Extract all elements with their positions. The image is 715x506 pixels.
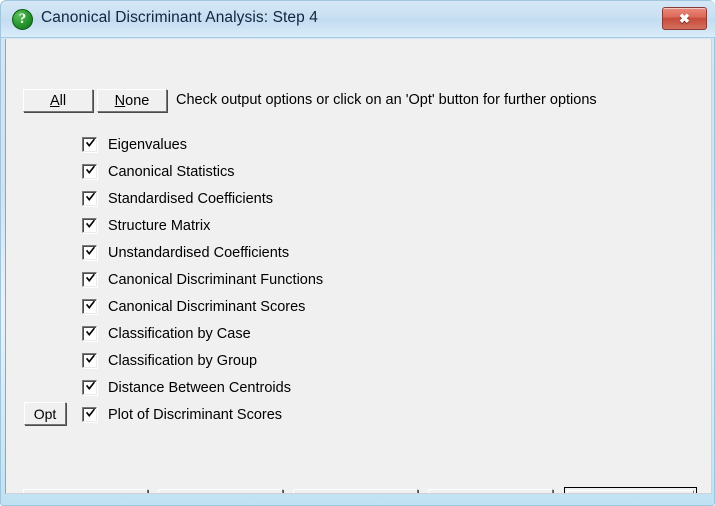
option-row-8[interactable]: Classification by Group — [82, 347, 642, 374]
check-icon — [85, 326, 96, 339]
select-all-label: All — [49, 92, 67, 109]
close-button[interactable]: ✖ — [662, 7, 707, 30]
check-icon — [85, 299, 96, 312]
check-icon — [85, 245, 96, 258]
option-label: Plot of Discriminant Scores — [108, 406, 283, 423]
checkbox-structure-matrix[interactable] — [82, 218, 97, 233]
option-label: Canonical Discriminant Scores — [108, 298, 306, 315]
option-row-4[interactable]: Unstandardised Coefficients — [82, 239, 642, 266]
option-row-0[interactable]: Eigenvalues — [82, 131, 642, 158]
checkbox-canonical-statistics[interactable] — [82, 164, 97, 179]
help-button[interactable]: Help — [23, 489, 148, 493]
option-label: Standardised Coefficients — [108, 190, 273, 207]
check-icon — [85, 272, 96, 285]
output-options-list: Eigenvalues Canonical Statistics Standar… — [82, 131, 642, 428]
select-none-button[interactable]: None — [97, 89, 167, 112]
option-row-3[interactable]: Structure Matrix — [82, 212, 642, 239]
check-icon — [85, 407, 96, 420]
option-row-5[interactable]: Canonical Discriminant Functions — [82, 266, 642, 293]
checkbox-classification-by-case[interactable] — [82, 326, 97, 341]
checkbox-canonical-discriminant-scores[interactable] — [82, 299, 97, 314]
plot-options-button[interactable]: Opt — [24, 402, 66, 425]
check-icon — [85, 380, 96, 393]
select-all-button[interactable]: All — [23, 89, 93, 112]
finish-button[interactable]: Finish — [564, 487, 697, 493]
check-icon — [85, 164, 96, 177]
back-button[interactable]: < Back — [293, 489, 418, 493]
check-icon — [85, 218, 96, 231]
option-row-7[interactable]: Classification by Case — [82, 320, 642, 347]
select-none-label: None — [114, 92, 150, 109]
option-row-1[interactable]: Canonical Statistics — [82, 158, 642, 185]
checkbox-eigenvalues[interactable] — [82, 137, 97, 152]
option-label: Canonical Discriminant Functions — [108, 271, 324, 288]
option-row-9[interactable]: Distance Between Centroids — [82, 374, 642, 401]
plot-options-label: Opt — [33, 405, 57, 422]
checkbox-unstandardised-coefficients[interactable] — [82, 245, 97, 260]
check-icon — [85, 191, 96, 204]
option-label: Classification by Group — [108, 352, 258, 369]
checkbox-classification-by-group[interactable] — [82, 353, 97, 368]
checkbox-canonical-discriminant-functions[interactable] — [82, 272, 97, 287]
cancel-button[interactable]: Cancel — [158, 489, 283, 493]
dialog-client-area: All None Check output options or click o… — [5, 39, 712, 494]
check-icon — [85, 353, 96, 366]
option-label: Distance Between Centroids — [108, 379, 291, 396]
option-row-10[interactable]: Plot of Discriminant Scores — [82, 401, 642, 428]
dialog-window: ? Canonical Discriminant Analysis: Step … — [0, 0, 715, 506]
checkbox-standardised-coefficients[interactable] — [82, 191, 97, 206]
instruction-text: Check output options or click on an 'Opt… — [176, 92, 597, 108]
checkbox-plot-of-discriminant-scores[interactable] — [82, 407, 97, 422]
option-row-2[interactable]: Standardised Coefficients — [82, 185, 642, 212]
option-row-6[interactable]: Canonical Discriminant Scores — [82, 293, 642, 320]
close-icon: ✖ — [679, 11, 690, 26]
window-title: Canonical Discriminant Analysis: Step 4 — [41, 9, 318, 26]
check-icon — [85, 137, 96, 150]
option-label: Unstandardised Coefficients — [108, 244, 290, 261]
title-bar: ? Canonical Discriminant Analysis: Step … — [1, 1, 715, 38]
option-label: Eigenvalues — [108, 136, 187, 153]
option-label: Structure Matrix — [108, 217, 211, 234]
next-button: Next > — [428, 489, 553, 493]
option-label: Classification by Case — [108, 325, 251, 342]
checkbox-distance-between-centroids[interactable] — [82, 380, 97, 395]
question-globe-icon: ? — [12, 9, 33, 30]
option-label: Canonical Statistics — [108, 163, 235, 180]
